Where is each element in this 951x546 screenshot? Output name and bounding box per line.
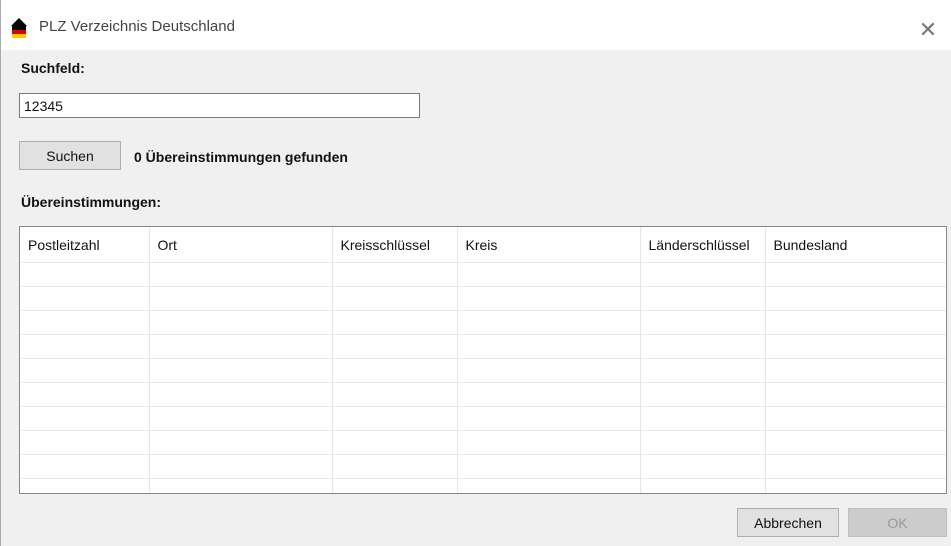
empty-grid-cell (149, 262, 333, 287)
search-input[interactable] (19, 93, 420, 118)
empty-grid-cell (640, 334, 766, 359)
empty-grid-cell (457, 478, 641, 493)
close-icon: ✕ (918, 17, 938, 42)
empty-grid-cell (20, 334, 150, 359)
empty-grid-cell (457, 454, 641, 479)
empty-grid-cell (332, 286, 458, 311)
empty-grid-cell (149, 334, 333, 359)
empty-grid-cell (640, 358, 766, 383)
empty-grid-cell (149, 286, 333, 311)
empty-grid-cell (332, 358, 458, 383)
empty-grid-cell (20, 358, 150, 383)
empty-grid-cell (20, 454, 150, 479)
empty-grid-cell (765, 310, 946, 335)
empty-grid-cell (332, 382, 458, 407)
empty-grid-cell (20, 406, 150, 431)
column-header-laenderschluessel[interactable]: Länderschlüssel (640, 227, 766, 263)
empty-grid-row (20, 262, 946, 287)
empty-grid-cell (457, 382, 641, 407)
empty-grid-cell (149, 478, 333, 493)
empty-grid-row (20, 358, 946, 383)
empty-grid-cell (20, 382, 150, 407)
germany-flag-house-icon (11, 18, 27, 38)
empty-grid-cell (149, 382, 333, 407)
cancel-button[interactable]: Abbrechen (737, 508, 839, 537)
empty-grid-cell (765, 358, 946, 383)
empty-grid-cell (332, 262, 458, 287)
empty-grid-cell (332, 430, 458, 455)
results-grid[interactable]: Postleitzahl Ort Kreisschlüssel Kreis Lä… (19, 226, 947, 494)
empty-grid-cell (765, 334, 946, 359)
empty-grid-cell (20, 262, 150, 287)
header-row: Postleitzahl Ort Kreisschlüssel Kreis Lä… (20, 227, 946, 263)
empty-grid-cell (457, 286, 641, 311)
empty-grid-cell (20, 430, 150, 455)
empty-grid-cell (457, 358, 641, 383)
empty-grid-row (20, 406, 946, 431)
empty-grid-cell (332, 406, 458, 431)
result-count-text: 0 Übereinstimmungen gefunden (134, 149, 348, 165)
empty-grid-row (20, 382, 946, 407)
empty-grid-cell (765, 262, 946, 287)
window-title: PLZ Verzeichnis Deutschland (39, 18, 235, 35)
empty-grid-cell (640, 478, 766, 493)
title-bar: PLZ Verzeichnis Deutschland ✕ (1, 0, 951, 50)
empty-grid-cell (332, 454, 458, 479)
empty-grid-cell (149, 454, 333, 479)
results-table: Postleitzahl Ort Kreisschlüssel Kreis Lä… (20, 227, 946, 493)
empty-grid-cell (640, 382, 766, 407)
empty-grid-cell (640, 310, 766, 335)
column-header-postleitzahl[interactable]: Postleitzahl (20, 227, 150, 263)
empty-grid-row (20, 334, 946, 359)
empty-grid-cell (457, 334, 641, 359)
empty-grid-cell (640, 430, 766, 455)
empty-grid-row (20, 430, 946, 455)
ok-button: OK (848, 508, 947, 537)
empty-grid-cell (640, 262, 766, 287)
empty-grid-cell (20, 478, 150, 493)
empty-grid-cell (149, 430, 333, 455)
empty-grid-cell (765, 430, 946, 455)
search-button[interactable]: Suchen (19, 141, 121, 170)
empty-grid-cell (149, 406, 333, 431)
empty-grid-cell (149, 310, 333, 335)
empty-grid-cell (332, 310, 458, 335)
column-header-ort[interactable]: Ort (149, 227, 333, 263)
empty-grid-cell (457, 310, 641, 335)
empty-grid-cell (20, 286, 150, 311)
column-header-bundesland[interactable]: Bundesland (765, 227, 946, 263)
empty-grid-row (20, 286, 946, 311)
close-button[interactable]: ✕ (905, 10, 951, 50)
empty-grid-cell (765, 382, 946, 407)
empty-grid-cell (20, 310, 150, 335)
empty-grid-row (20, 454, 946, 479)
empty-grid-row (20, 478, 946, 493)
empty-grid-cell (332, 478, 458, 493)
empty-grid-cell (149, 358, 333, 383)
empty-grid-cell (765, 286, 946, 311)
empty-grid-cell (640, 454, 766, 479)
matches-label: Übereinstimmungen: (21, 194, 162, 210)
empty-grid-cell (640, 286, 766, 311)
results-body (20, 262, 946, 493)
empty-grid-cell (640, 406, 766, 431)
empty-grid-cell (457, 430, 641, 455)
empty-grid-cell (332, 334, 458, 359)
column-header-kreisschluessel[interactable]: Kreisschlüssel (332, 227, 458, 263)
empty-grid-cell (765, 454, 946, 479)
search-field-label: Suchfeld: (21, 60, 85, 76)
empty-grid-cell (765, 406, 946, 431)
dialog-window: PLZ Verzeichnis Deutschland ✕ Suchfeld: … (0, 0, 951, 546)
empty-grid-row (20, 310, 946, 335)
empty-grid-cell (457, 262, 641, 287)
empty-grid-cell (457, 406, 641, 431)
column-header-kreis[interactable]: Kreis (457, 227, 641, 263)
empty-grid-cell (765, 478, 946, 493)
